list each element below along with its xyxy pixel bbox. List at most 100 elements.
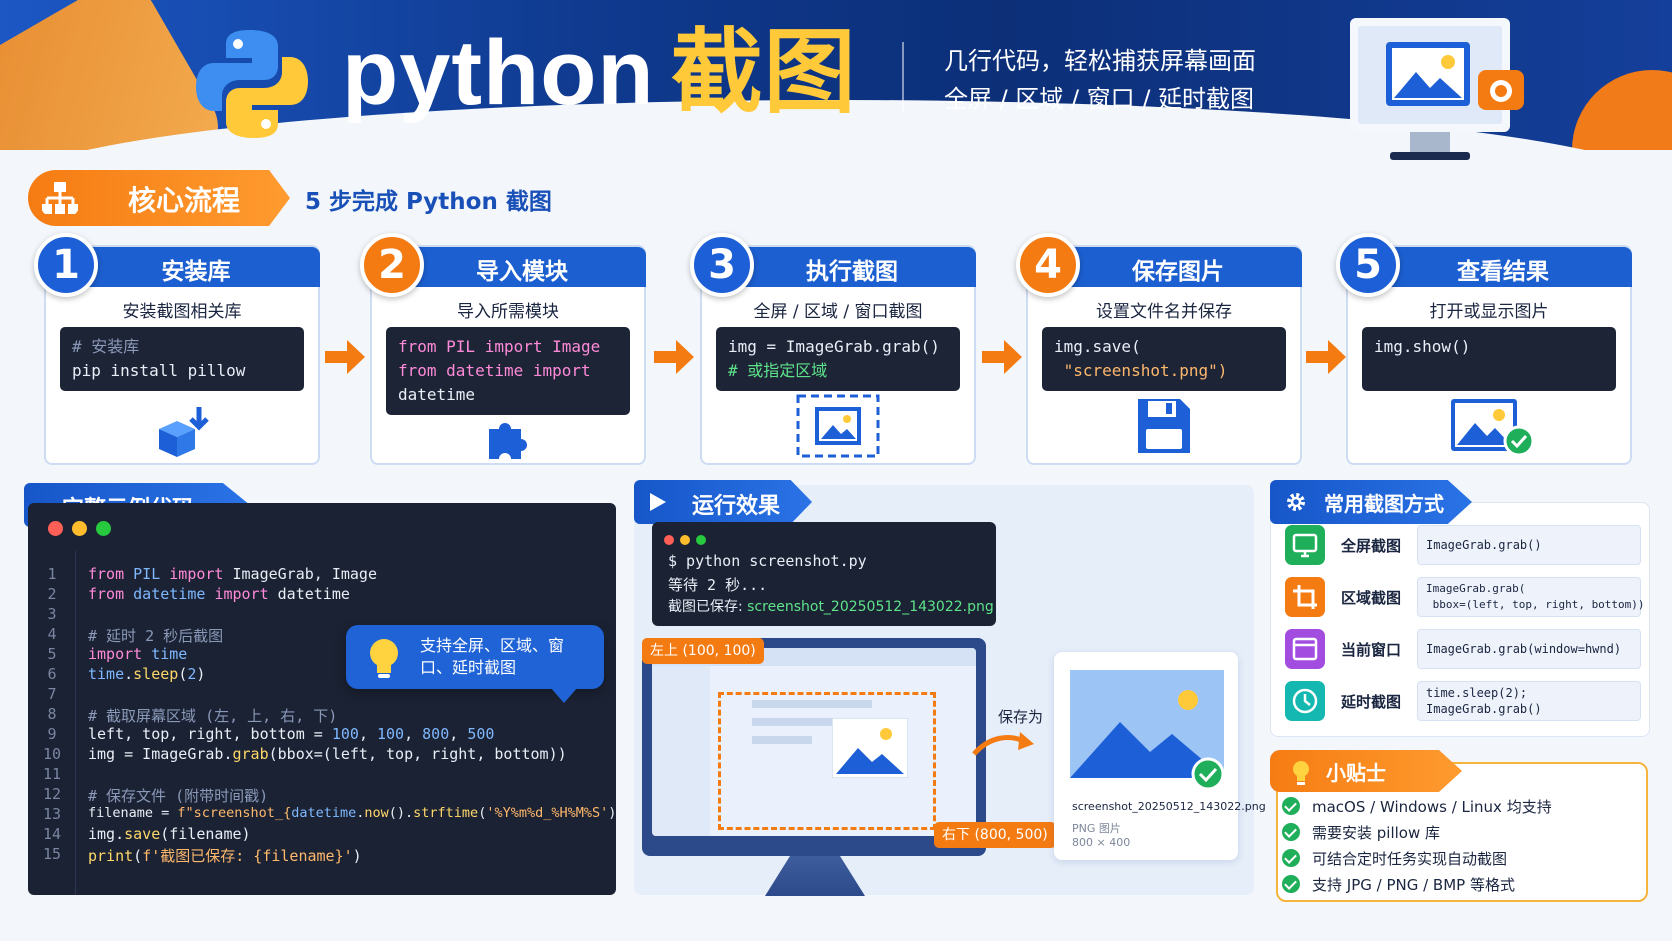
code-line: # 保存文件 (附带时间戳) — [88, 787, 269, 805]
subtitle-line-2: 全屏 / 区域 / 窗口 / 延时截图 — [944, 85, 1255, 113]
method-row-window: 当前窗口 ImageGrab.grab(window=hwnd) — [1285, 629, 1641, 669]
puzzle-icon — [489, 423, 527, 459]
code-line: print(f'截图已保存: {filename}') — [88, 847, 362, 865]
line-number: 5 — [47, 645, 57, 663]
step-description: 设置文件名并保存 — [1096, 302, 1232, 322]
tip-item: 支持 JPG / PNG / BMP 等格式 — [1282, 874, 1515, 895]
step-card-install: 安装库 1 安装截图相关库 # 安装库 pip install pillow — [34, 233, 320, 465]
line-number: 11 — [42, 765, 62, 783]
tip-text: 可结合定时任务实现自动截图 — [1312, 850, 1508, 868]
check-icon — [1282, 797, 1300, 815]
step-number: 1 — [34, 233, 98, 297]
maximize-dot-icon — [96, 521, 111, 536]
line-number: 4 — [47, 625, 57, 643]
arrow-right-icon — [1306, 340, 1346, 374]
arrow-right-icon — [654, 340, 694, 374]
window-icon — [1285, 629, 1325, 669]
code-line: # 延时 2 秒后截图 — [88, 627, 224, 645]
subtitle-line-1: 几行代码，轻松捕获屏幕画面 — [944, 47, 1256, 75]
method-code: ImageGrab.grab() — [1417, 525, 1641, 565]
tip-item: macOS / Windows / Linux 均支持 — [1282, 796, 1552, 817]
methods-panel: 全屏截图 ImageGrab.grab() 区域截图 ImageGrab.gra… — [1270, 502, 1650, 737]
step-code: from PIL import Image from datetime impor… — [386, 327, 630, 415]
code-line: img = ImageGrab.grab() — [728, 337, 940, 356]
line-number: 3 — [47, 605, 57, 623]
floppy-disk-icon — [1138, 399, 1190, 453]
python-logo-icon — [196, 30, 308, 138]
close-dot-icon — [664, 535, 674, 545]
step-card-import: 导入模块 2 导入所需模块 from PIL import Image from … — [360, 233, 646, 465]
file-name: screenshot_20250512_143022.png — [1072, 800, 1266, 813]
minimize-dot-icon — [72, 521, 87, 536]
step-title: 安装库 — [161, 259, 231, 285]
terminal-line: 截图已保存: screenshot_20250512_143022.png — [668, 596, 994, 616]
step-code: img.save( "screenshot.png") — [1042, 327, 1286, 391]
step-code: # 安装库 pip install pillow — [60, 327, 304, 391]
step-title-bar: 保存图片 — [1054, 247, 1302, 287]
minimize-dot-icon — [680, 535, 690, 545]
header-subtitle: 几行代码，轻松捕获屏幕画面 全屏 / 区域 / 窗口 / 延时截图 — [944, 42, 1256, 118]
step-description: 打开或显示图片 — [1429, 302, 1549, 322]
screen-sidebar — [652, 666, 710, 836]
methods-label: 常用截图方式 — [1324, 492, 1444, 516]
methods-tag: 常用截图方式 — [1270, 480, 1472, 524]
code-line: datetime — [398, 385, 476, 404]
window-controls — [664, 530, 712, 549]
line-number: 6 — [47, 665, 57, 683]
selection-region — [718, 692, 936, 830]
line-number: 14 — [42, 825, 62, 843]
code-line: filename = f"screenshot_{datetime.now().… — [88, 805, 616, 821]
flowchart-icon — [42, 182, 78, 214]
code-line: left, top, right, bottom = 100, 100, 800… — [88, 725, 495, 743]
terminal-filename: screenshot_20250512_143022.png — [747, 599, 994, 615]
divider — [902, 42, 904, 112]
method-label: 延时截图 — [1341, 693, 1402, 711]
code-line: img.save(filename) — [88, 825, 251, 843]
line-number: 13 — [42, 805, 62, 823]
step-code: img.show() — [1362, 327, 1616, 391]
tips-tag: 小贴士 — [1270, 750, 1462, 792]
core-flow-tag: 核心流程 — [28, 170, 290, 226]
code-line: from PIL import Image — [398, 337, 601, 356]
core-flow-subtitle: 5 步完成 Python 截图 — [305, 189, 552, 215]
method-label: 全屏截图 — [1341, 537, 1402, 555]
terminal-line: 等待 2 秒... — [668, 576, 768, 594]
line-number: 7 — [47, 685, 57, 703]
code-line: from PIL import ImageGrab, Image — [88, 565, 377, 583]
tip-text: 支持 JPG / PNG / BMP 等格式 — [1312, 876, 1515, 894]
image-check-icon — [1451, 399, 1535, 457]
lightbulb-icon — [370, 639, 398, 678]
method-code: time.sleep(2); ImageGrab.grab() — [1417, 681, 1641, 721]
step-card-view: 查看结果 5 打开或显示图片 img.show() — [1336, 233, 1632, 465]
code-line: img.save( — [1054, 337, 1141, 356]
step-number: 5 — [1336, 233, 1400, 297]
line-number: 2 — [47, 585, 57, 603]
play-icon — [650, 493, 666, 511]
tip-text: macOS / Windows / Linux 均支持 — [1312, 798, 1552, 816]
code-line: img.show() — [1374, 337, 1471, 356]
terminal-line: $ python screenshot.py — [668, 552, 867, 570]
saved-image-icon — [1070, 670, 1224, 790]
terminal-window: $ python screenshot.py 等待 2 秒... 截图已保存: … — [652, 522, 996, 626]
crop-icon — [1285, 577, 1325, 617]
step-title: 执行截图 — [806, 259, 898, 285]
save-as-label: 保存为 — [998, 708, 1044, 726]
method-code: ImageGrab.grab(window=hwnd) — [1417, 629, 1641, 669]
line-number: 12 — [42, 785, 62, 803]
code-line: from datetime import — [398, 361, 591, 380]
check-icon — [1282, 823, 1300, 841]
step-description: 全屏 / 区域 / 窗口截图 — [753, 302, 923, 322]
tips-label: 小贴士 — [1326, 761, 1386, 785]
method-row-region: 区域截图 ImageGrab.grab( bbox=(left, top, ri… — [1285, 577, 1645, 617]
step-number: 3 — [690, 233, 754, 297]
core-flow-label: 核心流程 — [128, 184, 241, 217]
method-label: 当前窗口 — [1341, 641, 1402, 659]
step-title-bar: 导入模块 — [398, 247, 646, 287]
method-row-delay: 延时截图 time.sleep(2); ImageGrab.grab() — [1285, 681, 1641, 721]
step-title: 查看结果 — [1457, 259, 1549, 285]
step-title: 保存图片 — [1132, 259, 1224, 285]
step-number: 4 — [1016, 233, 1080, 297]
box-download-icon — [159, 407, 209, 457]
step-title-bar: 执行截图 — [728, 247, 976, 287]
terminal-label: 截图已保存: — [668, 599, 748, 615]
